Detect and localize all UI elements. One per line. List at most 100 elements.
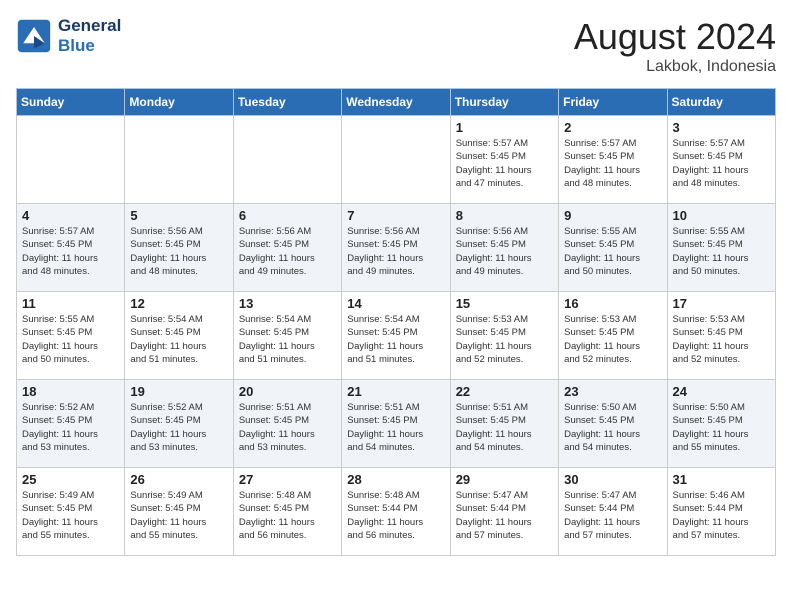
- day-info: Sunrise: 5:52 AM Sunset: 5:45 PM Dayligh…: [130, 401, 227, 454]
- calendar-cell: 18 Sunrise: 5:52 AM Sunset: 5:45 PM Dayli…: [17, 380, 125, 468]
- calendar-cell: 14 Sunrise: 5:54 AM Sunset: 5:45 PM Dayli…: [342, 292, 450, 380]
- calendar-cell: 30Sunrise: 5:47 AM Sunset: 5:44 PM Dayli…: [559, 468, 667, 556]
- day-info: Sunrise: 5:48 AM Sunset: 5:44 PM Dayligh…: [347, 489, 444, 542]
- day-info: Sunrise: 5:56 AM Sunset: 5:45 PM Dayligh…: [239, 225, 336, 278]
- day-number: 11: [22, 296, 119, 311]
- location: Lakbok, Indonesia: [574, 58, 776, 76]
- calendar-cell: 16 Sunrise: 5:53 AM Sunset: 5:45 PM Dayli…: [559, 292, 667, 380]
- page-header: General Blue August 2024 Lakbok, Indones…: [16, 16, 776, 76]
- day-number: 26: [130, 472, 227, 487]
- week-row-3: 11 Sunrise: 5:55 AM Sunset: 5:45 PM Dayli…: [17, 292, 776, 380]
- day-info: Sunrise: 5:46 AM Sunset: 5:44 PM Dayligh…: [673, 489, 770, 542]
- day-number: 8: [456, 208, 553, 223]
- calendar-cell: [233, 116, 341, 204]
- day-info: Sunrise: 5:48 AM Sunset: 5:45 PM Dayligh…: [239, 489, 336, 542]
- day-number: 14: [347, 296, 444, 311]
- logo: General Blue: [16, 16, 121, 56]
- calendar-cell: 3Sunrise: 5:57 AM Sunset: 5:45 PM Daylig…: [667, 116, 775, 204]
- day-info: Sunrise: 5:56 AM Sunset: 5:45 PM Dayligh…: [456, 225, 553, 278]
- day-number: 17: [673, 296, 770, 311]
- day-number: 6: [239, 208, 336, 223]
- calendar-cell: [342, 116, 450, 204]
- calendar-cell: 15Sunrise: 5:53 AM Sunset: 5:45 PM Dayli…: [450, 292, 558, 380]
- week-row-2: 4Sunrise: 5:57 AM Sunset: 5:45 PM Daylig…: [17, 204, 776, 292]
- day-info: Sunrise: 5:52 AM Sunset: 5:45 PM Dayligh…: [22, 401, 119, 454]
- calendar-cell: 17 Sunrise: 5:53 AM Sunset: 5:45 PM Dayli…: [667, 292, 775, 380]
- col-header-saturday: Saturday: [667, 89, 775, 116]
- calendar-cell: 13 Sunrise: 5:54 AM Sunset: 5:45 PM Dayli…: [233, 292, 341, 380]
- day-number: 19: [130, 384, 227, 399]
- day-number: 21: [347, 384, 444, 399]
- calendar-cell: 10 Sunrise: 5:55 AM Sunset: 5:45 PM Dayli…: [667, 204, 775, 292]
- day-number: 10: [673, 208, 770, 223]
- day-number: 13: [239, 296, 336, 311]
- day-info: Sunrise: 5:57 AM Sunset: 5:45 PM Dayligh…: [456, 137, 553, 190]
- col-header-tuesday: Tuesday: [233, 89, 341, 116]
- day-info: Sunrise: 5:54 AM Sunset: 5:45 PM Dayligh…: [347, 313, 444, 366]
- calendar-cell: 31 Sunrise: 5:46 AM Sunset: 5:44 PM Dayli…: [667, 468, 775, 556]
- week-row-4: 18 Sunrise: 5:52 AM Sunset: 5:45 PM Dayli…: [17, 380, 776, 468]
- calendar-cell: 11 Sunrise: 5:55 AM Sunset: 5:45 PM Dayli…: [17, 292, 125, 380]
- month-year: August 2024: [574, 16, 776, 58]
- calendar-cell: 1 Sunrise: 5:57 AM Sunset: 5:45 PM Daylig…: [450, 116, 558, 204]
- day-number: 27: [239, 472, 336, 487]
- day-number: 12: [130, 296, 227, 311]
- day-info: Sunrise: 5:54 AM Sunset: 5:45 PM Dayligh…: [130, 313, 227, 366]
- day-number: 20: [239, 384, 336, 399]
- calendar-cell: 4Sunrise: 5:57 AM Sunset: 5:45 PM Daylig…: [17, 204, 125, 292]
- day-number: 15: [456, 296, 553, 311]
- calendar-cell: 24 Sunrise: 5:50 AM Sunset: 5:45 PM Dayli…: [667, 380, 775, 468]
- day-number: 9: [564, 208, 661, 223]
- calendar-cell: 6 Sunrise: 5:56 AM Sunset: 5:45 PM Daylig…: [233, 204, 341, 292]
- day-number: 16: [564, 296, 661, 311]
- day-number: 3: [673, 120, 770, 135]
- day-number: 29: [456, 472, 553, 487]
- day-info: Sunrise: 5:51 AM Sunset: 5:45 PM Dayligh…: [347, 401, 444, 454]
- title-block: August 2024 Lakbok, Indonesia: [574, 16, 776, 76]
- day-info: Sunrise: 5:57 AM Sunset: 5:45 PM Dayligh…: [564, 137, 661, 190]
- day-number: 5: [130, 208, 227, 223]
- day-number: 1: [456, 120, 553, 135]
- logo-text: General Blue: [58, 16, 121, 56]
- day-number: 24: [673, 384, 770, 399]
- day-info: Sunrise: 5:53 AM Sunset: 5:45 PM Dayligh…: [564, 313, 661, 366]
- week-row-5: 25Sunrise: 5:49 AM Sunset: 5:45 PM Dayli…: [17, 468, 776, 556]
- day-info: Sunrise: 5:47 AM Sunset: 5:44 PM Dayligh…: [564, 489, 661, 542]
- day-number: 23: [564, 384, 661, 399]
- calendar-cell: [17, 116, 125, 204]
- calendar-cell: 9 Sunrise: 5:55 AM Sunset: 5:45 PM Daylig…: [559, 204, 667, 292]
- day-info: Sunrise: 5:47 AM Sunset: 5:44 PM Dayligh…: [456, 489, 553, 542]
- calendar-cell: 29 Sunrise: 5:47 AM Sunset: 5:44 PM Dayli…: [450, 468, 558, 556]
- day-info: Sunrise: 5:54 AM Sunset: 5:45 PM Dayligh…: [239, 313, 336, 366]
- logo-icon: [16, 18, 52, 54]
- day-info: Sunrise: 5:51 AM Sunset: 5:45 PM Dayligh…: [456, 401, 553, 454]
- col-header-monday: Monday: [125, 89, 233, 116]
- calendar-cell: 23Sunrise: 5:50 AM Sunset: 5:45 PM Dayli…: [559, 380, 667, 468]
- calendar-cell: 12 Sunrise: 5:54 AM Sunset: 5:45 PM Dayli…: [125, 292, 233, 380]
- calendar-cell: 7 Sunrise: 5:56 AM Sunset: 5:45 PM Daylig…: [342, 204, 450, 292]
- calendar-cell: 5 Sunrise: 5:56 AM Sunset: 5:45 PM Daylig…: [125, 204, 233, 292]
- col-header-friday: Friday: [559, 89, 667, 116]
- day-info: Sunrise: 5:56 AM Sunset: 5:45 PM Dayligh…: [347, 225, 444, 278]
- day-info: Sunrise: 5:55 AM Sunset: 5:45 PM Dayligh…: [22, 313, 119, 366]
- day-number: 4: [22, 208, 119, 223]
- calendar-cell: 19 Sunrise: 5:52 AM Sunset: 5:45 PM Dayli…: [125, 380, 233, 468]
- day-info: Sunrise: 5:53 AM Sunset: 5:45 PM Dayligh…: [673, 313, 770, 366]
- week-row-1: 1 Sunrise: 5:57 AM Sunset: 5:45 PM Daylig…: [17, 116, 776, 204]
- calendar-cell: 2Sunrise: 5:57 AM Sunset: 5:45 PM Daylig…: [559, 116, 667, 204]
- col-header-wednesday: Wednesday: [342, 89, 450, 116]
- calendar-cell: 21 Sunrise: 5:51 AM Sunset: 5:45 PM Dayli…: [342, 380, 450, 468]
- day-number: 7: [347, 208, 444, 223]
- day-number: 31: [673, 472, 770, 487]
- calendar-cell: 20Sunrise: 5:51 AM Sunset: 5:45 PM Dayli…: [233, 380, 341, 468]
- col-header-sunday: Sunday: [17, 89, 125, 116]
- col-header-thursday: Thursday: [450, 89, 558, 116]
- day-info: Sunrise: 5:49 AM Sunset: 5:45 PM Dayligh…: [22, 489, 119, 542]
- day-info: Sunrise: 5:56 AM Sunset: 5:45 PM Dayligh…: [130, 225, 227, 278]
- calendar-cell: 8 Sunrise: 5:56 AM Sunset: 5:45 PM Daylig…: [450, 204, 558, 292]
- day-info: Sunrise: 5:50 AM Sunset: 5:45 PM Dayligh…: [673, 401, 770, 454]
- calendar-cell: 22Sunrise: 5:51 AM Sunset: 5:45 PM Dayli…: [450, 380, 558, 468]
- day-info: Sunrise: 5:55 AM Sunset: 5:45 PM Dayligh…: [673, 225, 770, 278]
- day-number: 18: [22, 384, 119, 399]
- day-info: Sunrise: 5:55 AM Sunset: 5:45 PM Dayligh…: [564, 225, 661, 278]
